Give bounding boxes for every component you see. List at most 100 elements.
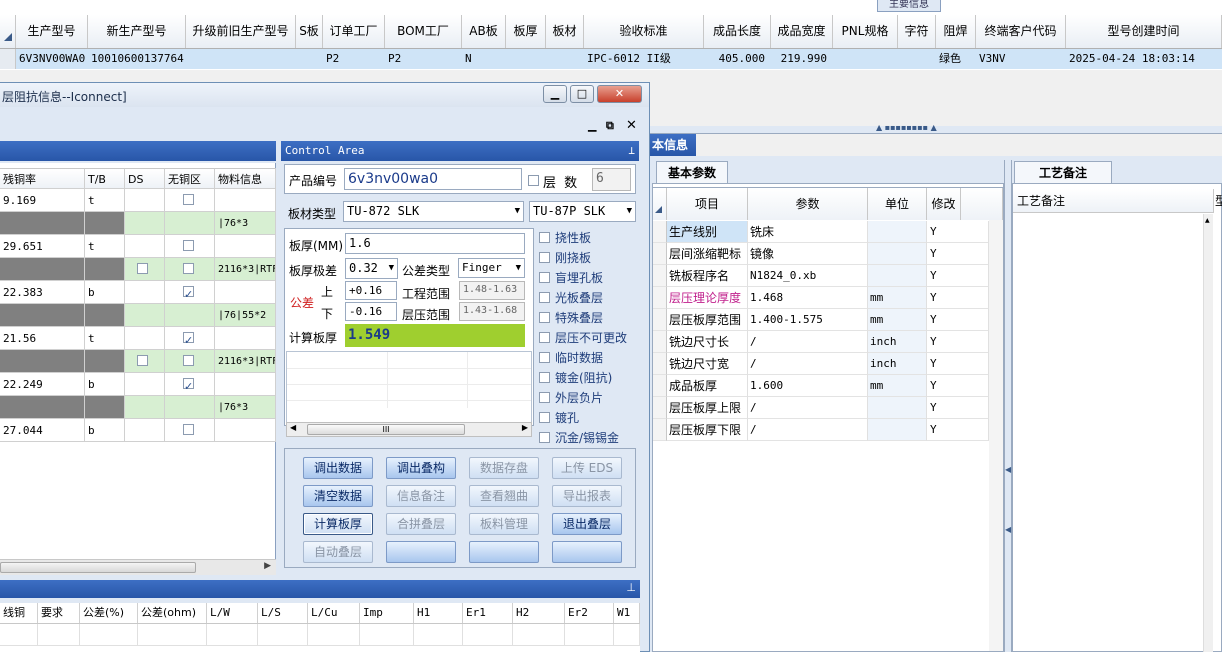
cell-16[interactable]: 2025-04-24 18:03:14 <box>1066 49 1222 69</box>
scroll-right-icon[interactable]: ▶ <box>522 423 528 432</box>
minimize-button[interactable]: ▁ <box>543 85 567 103</box>
column-header-8[interactable]: 板材 <box>546 15 584 48</box>
param-item[interactable]: 生产线别 <box>667 221 748 243</box>
layer-cell[interactable]: 2116*3|RTF <box>215 258 276 281</box>
param-unit[interactable]: inch <box>868 353 927 375</box>
param-mod[interactable]: Y <box>927 331 989 353</box>
column-header-4[interactable]: 订单工厂 <box>323 15 385 48</box>
remarks-tab[interactable]: 工艺备注 <box>1014 161 1112 183</box>
impedance-cell[interactable] <box>138 624 207 645</box>
layer-cell[interactable] <box>0 396 85 419</box>
option-9[interactable]: 镀孔 <box>536 408 636 428</box>
layer-header-3[interactable]: 无铜区 <box>165 168 215 189</box>
stack-preview-hscroll[interactable]: ◀ III ▶ <box>286 422 532 437</box>
layer-cell[interactable] <box>125 419 165 442</box>
impedance-header-10[interactable]: H2 <box>513 603 565 623</box>
layers-checkbox[interactable] <box>528 175 539 186</box>
layer-cell[interactable] <box>215 373 276 396</box>
scroll-up-icon[interactable]: ▲ <box>1205 217 1210 224</box>
layer-cell[interactable] <box>0 304 85 327</box>
param-value[interactable]: N1824_0.xb <box>748 265 868 287</box>
layer-cell[interactable]: 21.56 <box>0 327 85 350</box>
layer-cell[interactable] <box>125 304 165 327</box>
layer-cell[interactable] <box>85 350 125 373</box>
floating-panel-label[interactable]: 主要信息 <box>877 0 941 12</box>
mdi-restore-icon[interactable]: ⧉ <box>606 119 614 133</box>
layer-cell[interactable] <box>125 396 165 419</box>
option-checkbox[interactable] <box>539 232 550 243</box>
mdi-close-icon[interactable]: ✕ <box>626 118 637 133</box>
layer-cell[interactable] <box>85 304 125 327</box>
no-copper-checkbox[interactable] <box>183 240 194 251</box>
param-item[interactable]: 层压板厚下限 <box>667 419 748 441</box>
param-value[interactable]: 1.468 <box>748 287 868 309</box>
cell-10[interactable]: 405.000 <box>704 49 771 69</box>
param-mod[interactable]: Y <box>927 243 989 265</box>
layer-header-4[interactable]: 物料信息 <box>215 168 276 189</box>
no-copper-checkbox[interactable] <box>183 194 194 205</box>
option-checkbox[interactable] <box>539 352 550 363</box>
option-checkbox[interactable] <box>539 332 550 343</box>
layer-cell[interactable]: t <box>85 235 125 258</box>
impedance-header-1[interactable]: 要求 <box>38 603 80 623</box>
impedance-header-9[interactable]: Er1 <box>463 603 513 623</box>
no-copper-checkbox[interactable] <box>183 329 194 349</box>
layer-cell[interactable]: |76*3 <box>215 396 276 419</box>
action-button-11[interactable]: 退出叠层 <box>552 513 622 535</box>
option-checkbox[interactable] <box>539 432 550 443</box>
param-mod[interactable]: Y <box>927 419 989 441</box>
cell-8[interactable] <box>546 49 584 69</box>
column-header-9[interactable]: 验收标准 <box>584 15 704 48</box>
option-4[interactable]: 特殊叠层 <box>536 308 636 328</box>
param-item[interactable]: 成品板厚 <box>667 375 748 397</box>
column-header-10[interactable]: 成品长度 <box>704 15 771 48</box>
param-value[interactable]: 1.600 <box>748 375 868 397</box>
layer-cell[interactable]: 2116*3|RTF <box>215 350 276 373</box>
impedance-header-11[interactable]: Er2 <box>565 603 614 623</box>
layer-cell[interactable] <box>85 258 125 281</box>
press-range-input[interactable]: 1.43-1.68 <box>459 302 525 321</box>
layer-grid-hscroll[interactable]: ▶ <box>0 559 276 575</box>
column-header-7[interactable]: 板厚 <box>506 15 546 48</box>
option-7[interactable]: 镀金(阻抗) <box>536 368 636 388</box>
impedance-cell[interactable] <box>360 624 414 645</box>
right-splitter[interactable]: ▲ ▪▪▪▪▪▪▪▪ ▲ <box>650 123 1222 134</box>
cell-9[interactable]: IPC-6012 II级 <box>584 49 704 69</box>
impedance-cell[interactable] <box>258 624 308 645</box>
upper-input[interactable]: +0.16 <box>345 281 397 300</box>
no-copper-checkbox[interactable] <box>183 263 194 274</box>
option-checkbox[interactable] <box>539 312 550 323</box>
param-value[interactable]: 镜像 <box>748 243 868 265</box>
close-button[interactable]: ✕ <box>597 85 642 103</box>
param-value[interactable]: 1.400-1.575 <box>748 309 868 331</box>
scroll-right-icon[interactable]: ▶ <box>264 561 271 571</box>
layer-cell[interactable] <box>85 212 125 235</box>
scroll-thumb[interactable]: III <box>307 424 465 435</box>
layer-cell[interactable]: 9.169 <box>0 189 85 212</box>
layer-cell[interactable]: b <box>85 419 125 442</box>
impedance-header-3[interactable]: 公差(ohm) <box>138 603 207 623</box>
option-checkbox[interactable] <box>539 412 550 423</box>
param-value[interactable]: / <box>748 419 868 441</box>
basic-params-tab[interactable]: 基本参数 <box>656 161 728 183</box>
material-select-1[interactable]: TU-872 SLK ▼ <box>343 201 524 222</box>
param-unit[interactable] <box>868 221 927 243</box>
param-unit[interactable] <box>868 419 927 441</box>
action-button-13[interactable] <box>386 541 456 563</box>
ds-checkbox[interactable] <box>137 263 148 274</box>
tolerance-level-select[interactable]: 0.32 ▼ <box>345 258 398 279</box>
param-unit[interactable] <box>868 397 927 419</box>
param-unit[interactable] <box>868 265 927 287</box>
option-5[interactable]: 层压不可更改 <box>536 328 636 348</box>
impedance-cell[interactable] <box>207 624 258 645</box>
impedance-cell[interactable] <box>463 624 513 645</box>
layer-cell[interactable]: 22.249 <box>0 373 85 396</box>
cell-12[interactable] <box>833 49 898 69</box>
layer-cell[interactable] <box>215 419 276 442</box>
option-10[interactable]: 沉金/锡锡金 <box>536 428 636 444</box>
layer-cell[interactable] <box>125 189 165 212</box>
product-input[interactable]: 6v3nv00wa0 <box>344 168 522 190</box>
option-1[interactable]: 刚挠板 <box>536 248 636 268</box>
column-header-14[interactable]: 阻焊 <box>936 15 976 48</box>
layer-cell[interactable] <box>125 212 165 235</box>
